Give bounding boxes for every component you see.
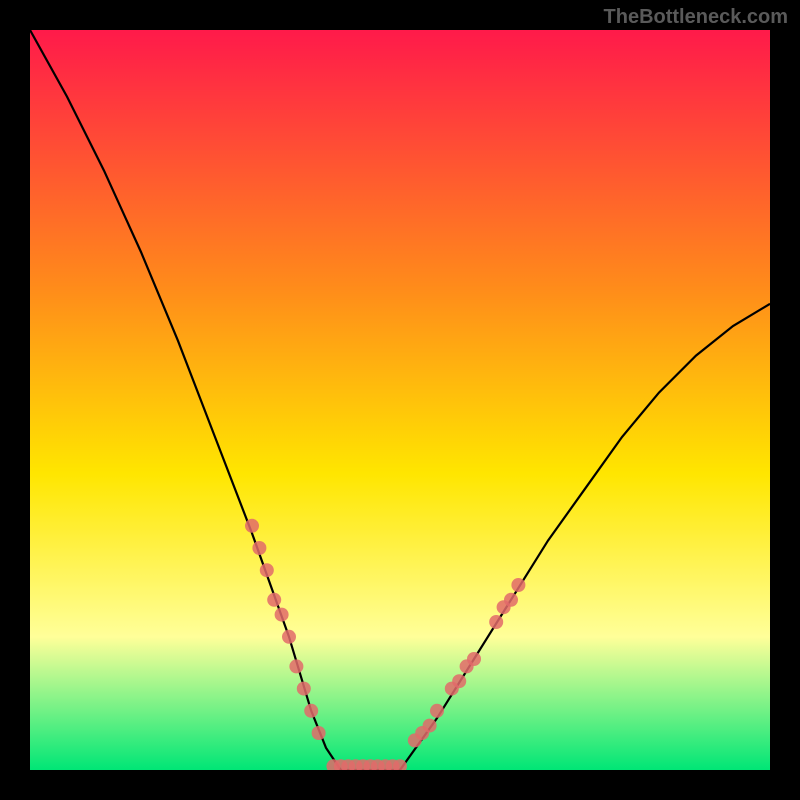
marker-point [252, 541, 266, 555]
marker-point [504, 593, 518, 607]
marker-point [297, 682, 311, 696]
watermark-text: TheBottleneck.com [604, 6, 788, 29]
chart-container: TheBottleneck.com [0, 0, 800, 800]
marker-point [423, 719, 437, 733]
bottleneck-chart [30, 30, 770, 770]
marker-point [467, 652, 481, 666]
marker-point [312, 726, 326, 740]
marker-point [452, 674, 466, 688]
marker-point [260, 563, 274, 577]
marker-point [304, 704, 318, 718]
marker-point [275, 608, 289, 622]
gradient-background [30, 30, 770, 770]
marker-point [289, 659, 303, 673]
marker-point [489, 615, 503, 629]
marker-point [511, 578, 525, 592]
marker-point [245, 519, 259, 533]
marker-point [430, 704, 444, 718]
marker-point [267, 593, 281, 607]
marker-point [282, 630, 296, 644]
